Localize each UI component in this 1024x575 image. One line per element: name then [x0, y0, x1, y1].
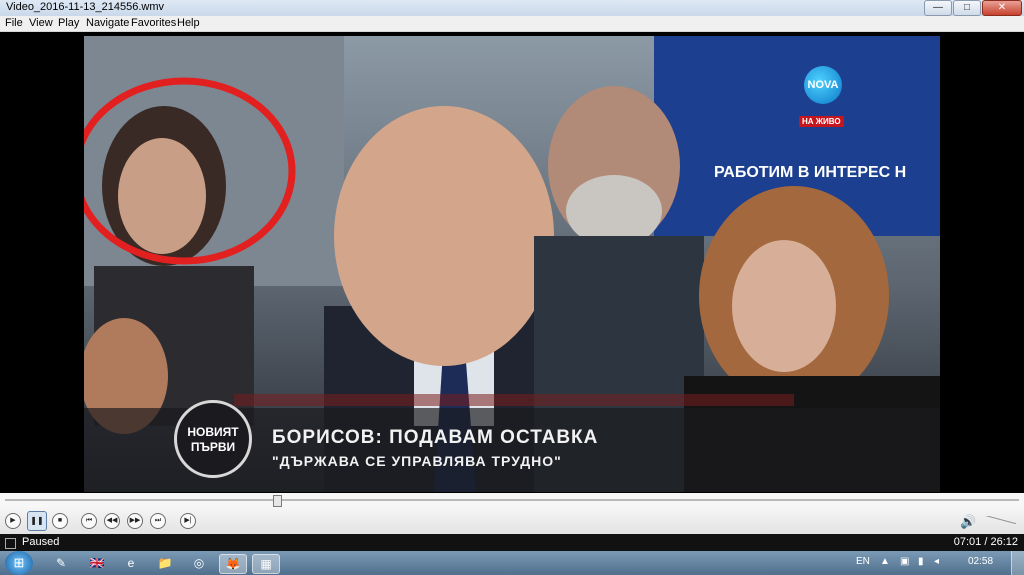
tray-arrow-icon[interactable]: ▲	[880, 556, 890, 567]
status-bar: Paused 07:01 / 26:12	[0, 534, 1024, 551]
title-bar: Video_2016-11-13_214556.wmv — □ ✕	[0, 0, 1024, 16]
language-indicator[interactable]: EN	[856, 556, 870, 567]
skip-back-button[interactable]: ⏮	[81, 513, 97, 529]
play-button[interactable]: ▶	[5, 513, 21, 529]
show-logo-line1: НОВИЯТ	[187, 425, 239, 439]
volume-slider[interactable]	[986, 516, 1016, 524]
playback-time: 07:01 / 26:12	[953, 536, 1018, 548]
background-slogan: РАБОТИМ В ИНТЕРЕС Н	[714, 164, 907, 181]
person-face-right	[732, 240, 836, 372]
rewind-button[interactable]: ◀◀	[104, 513, 120, 529]
window-title: Video_2016-11-13_214556.wmv	[6, 1, 164, 13]
menu-bar: File View Play Navigate Favorites Help	[0, 16, 1024, 32]
video-frame[interactable]: NOVA НА ЖИВО РАБОТИМ В ИНТЕРЕС Н НОВИЯТ …	[84, 36, 940, 492]
frame-step-button[interactable]: ▶|	[180, 513, 196, 529]
show-logo-line2: ПЪРВИ	[190, 440, 236, 454]
internet-explorer-icon[interactable]: e	[118, 554, 144, 572]
person-face-left	[118, 138, 206, 254]
menu-file[interactable]: File	[5, 17, 23, 29]
tray-network-icon[interactable]: ▣	[900, 556, 909, 567]
playback-controls: ▶ ❚❚ ■ ⏮ ◀◀ ▶▶ ⏭ ▶| 🔊	[0, 507, 1024, 534]
tray-battery-icon[interactable]: ▮	[918, 556, 924, 567]
pause-button[interactable]: ❚❚	[27, 511, 47, 531]
taskbar-clock[interactable]: 02:58	[968, 556, 993, 567]
menu-help[interactable]: Help	[177, 17, 200, 29]
menu-favorites[interactable]: Favorites	[131, 17, 176, 29]
explorer-folder-icon[interactable]: 📁	[152, 554, 178, 572]
show-desktop-button[interactable]	[1011, 551, 1024, 575]
fast-forward-button[interactable]: ▶▶	[127, 513, 143, 529]
firefox-icon[interactable]: 🦊	[219, 554, 247, 574]
show-logo: НОВИЯТ ПЪРВИ	[174, 400, 252, 478]
language-flag-icon[interactable]: 🇬🇧	[84, 554, 110, 572]
taskbar: ⊞ ✎ 🇬🇧 e 📁 ◎ 🦊 ▦ EN ▲ ▣ ▮ ◂ 02:58	[0, 551, 1024, 575]
minimize-button[interactable]: —	[924, 0, 952, 16]
ticker-strip	[234, 394, 794, 406]
media-icon[interactable]: ◎	[186, 554, 212, 572]
live-badge: НА ЖИВО	[799, 116, 844, 127]
seek-track[interactable]	[5, 499, 1019, 501]
seek-bar[interactable]	[0, 493, 1024, 507]
maximize-button[interactable]: □	[953, 0, 981, 16]
tray-volume-icon[interactable]: ◂	[934, 556, 939, 567]
news-headline: БОРИСОВ: ПОДАВАМ ОСТАВКА	[272, 427, 599, 448]
speaker-icon[interactable]: 🔊	[960, 514, 976, 530]
playback-status: Paused	[22, 536, 60, 548]
news-quote: "ДЪРЖАВА СЕ УПРАВЛЯВА ТРУДНО"	[272, 453, 562, 469]
channel-logo: NOVA	[804, 66, 842, 104]
skip-forward-button[interactable]: ⏭	[150, 513, 166, 529]
stop-button[interactable]: ■	[52, 513, 68, 529]
window-controls: — □ ✕	[923, 0, 1022, 16]
start-button[interactable]: ⊞	[5, 551, 33, 575]
menu-play[interactable]: Play	[58, 17, 79, 29]
paint-icon[interactable]: ✎	[48, 554, 74, 572]
speaker-head	[334, 106, 554, 366]
status-icon	[5, 538, 16, 549]
menu-navigate[interactable]: Navigate	[86, 17, 129, 29]
video-player-icon[interactable]: ▦	[252, 554, 280, 574]
menu-view[interactable]: View	[29, 17, 53, 29]
close-button[interactable]: ✕	[982, 0, 1022, 16]
seek-thumb[interactable]	[272, 495, 282, 507]
